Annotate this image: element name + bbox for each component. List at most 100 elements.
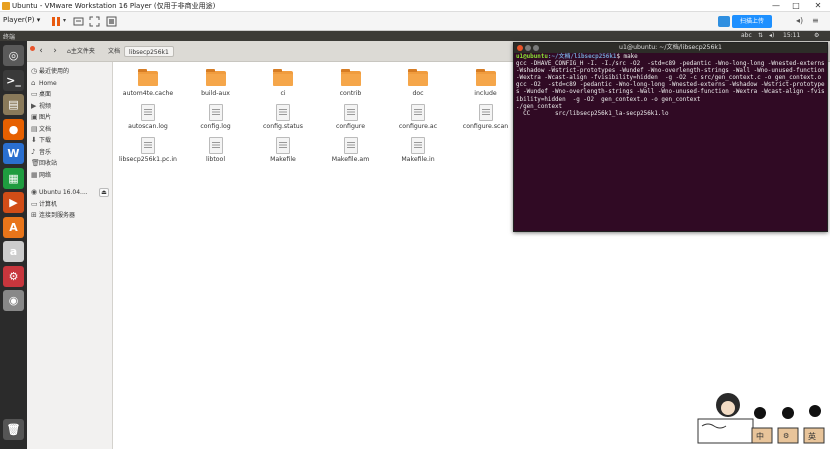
mascot-label-en[interactable]: 英 — [808, 431, 816, 442]
terminal-icon[interactable]: >_ — [3, 69, 24, 91]
download-icon: ⬇ — [31, 136, 37, 144]
terminal-title-bar[interactable]: u1@ubuntu: ~/文档/libsecp256k1 — [514, 43, 827, 53]
folder-icon — [138, 69, 158, 86]
sidebar-item[interactable]: ⊞ 连接到服务器 — [31, 210, 111, 221]
file-item[interactable]: autoscan.log — [115, 104, 181, 136]
firefox-icon[interactable]: ● — [3, 118, 24, 140]
folder-item[interactable]: autom4te.cache — [115, 69, 181, 103]
dash-icon[interactable]: ◎ — [3, 45, 24, 66]
sidebar-item-label: Home — [39, 79, 57, 87]
sidebar-item-label: 连接到服务器 — [39, 212, 76, 219]
software-icon[interactable]: A — [3, 216, 24, 238]
sidebar-item[interactable]: ⬇ 下载 — [31, 135, 111, 146]
folder-item[interactable]: contrib — [318, 69, 384, 103]
video-icon: ▶ — [31, 101, 37, 110]
sidebar-item[interactable]: ▣图片 — [31, 112, 111, 123]
close-button[interactable]: ✕ — [810, 0, 826, 11]
file-name: Makefile.in — [401, 156, 435, 163]
prompt-path: :~/文档/libsecp256k1 — [547, 54, 617, 60]
terminal-window[interactable]: u1@ubuntu: ~/文档/libsecp256k1 u1@ubuntu:~… — [513, 42, 828, 232]
dvd-icon[interactable]: ◉ — [3, 290, 24, 311]
sidebar-item[interactable]: ♪ 音乐 — [31, 147, 111, 158]
disc-icon: ◉ — [31, 188, 38, 196]
file-item[interactable]: libtool — [183, 137, 249, 169]
breadcrumb-current[interactable]: libsecp256k1 — [124, 46, 174, 57]
terminal-output[interactable]: u1@ubuntu:~/文档/libsecp256k1$ make gcc -D… — [516, 54, 826, 118]
file-item[interactable]: configure.ac — [385, 104, 451, 136]
file-item[interactable]: configure.scan — [453, 104, 519, 136]
file-icon — [276, 137, 290, 154]
window-title: Ubuntu - VMware Workstation 16 Player (仅… — [12, 2, 216, 10]
folder-item[interactable]: build-aux — [183, 69, 249, 103]
sidebar-item[interactable]: ▭计算机 — [31, 199, 111, 210]
sidebar-item-label: 下载 — [39, 137, 52, 144]
mascot-widget[interactable]: 中 英 ⚙ — [696, 392, 830, 449]
toolbar-menu-icon[interactable]: ≡ — [812, 16, 819, 25]
folder-item[interactable]: ci — [250, 69, 316, 103]
sidebar-item[interactable]: ▶ 视频 — [31, 101, 111, 112]
eject-icon[interactable]: ⏏ — [99, 188, 109, 197]
places-sidebar: ◷ 最近使用的 ⌂ Home ▭桌面 ▶ 视频 ▣图片 ▤文档 ⬇ 下载 ♪ 音乐 🗑回收站 ▦网络 ◉ Ubu… — [27, 62, 113, 449]
file-item[interactable]: config.status — [250, 104, 316, 136]
forward-button[interactable]: › — [49, 46, 61, 57]
file-item[interactable]: Makefile.am — [318, 137, 384, 169]
file-icon — [478, 104, 493, 121]
send-ctrl-alt-del-icon[interactable] — [73, 16, 84, 27]
file-name: libsecp256k1.pc.in — [119, 156, 177, 163]
terminal-output-text: gcc -DHAVE_CONFIG_H -I. -I./src -O2 -std… — [516, 61, 825, 117]
writer-icon[interactable]: W — [3, 143, 24, 164]
unity-icon[interactable] — [106, 16, 117, 27]
amazon-icon[interactable]: a — [3, 241, 24, 262]
upload-button[interactable]: 扫描上传 — [732, 15, 772, 28]
file-icon — [208, 104, 223, 121]
pause-icon[interactable] — [51, 16, 62, 27]
file-item[interactable]: Makefile.in — [385, 137, 451, 169]
file-item[interactable]: configure — [318, 104, 384, 136]
clock[interactable]: 15:11 — [783, 32, 800, 39]
folder-item[interactable]: include — [453, 69, 519, 103]
sidebar-item[interactable]: ▤文档 — [31, 124, 111, 135]
file-name: build-aux — [201, 90, 230, 97]
folder-item[interactable]: doc — [385, 69, 451, 103]
speaker-icon[interactable]: ◂) — [796, 16, 803, 25]
file-name: Makefile.am — [331, 156, 370, 163]
sidebar-item[interactable]: ◷ 最近使用的 — [31, 66, 111, 77]
sidebar-item[interactable]: ◉ Ubuntu 16.04.... ⏏ — [31, 187, 111, 198]
player-menu[interactable]: Player(P) ▾ — [3, 16, 40, 24]
power-icon[interactable]: ⚙ — [814, 32, 819, 39]
sidebar-item[interactable]: 🗑回收站 — [31, 158, 111, 169]
sidebar-item[interactable]: ▭桌面 — [31, 89, 111, 100]
breadcrumb-documents[interactable]: 文档 — [104, 46, 124, 57]
vmware-logo-icon — [2, 2, 10, 10]
sidebar-item-label: 音乐 — [39, 148, 52, 156]
keyboard-indicator[interactable]: abc — [741, 32, 752, 39]
sidebar-item[interactable]: ⌂ Home — [31, 78, 111, 89]
calc-icon[interactable]: ▦ — [3, 167, 24, 189]
folder-icon — [273, 69, 293, 86]
breadcrumb-home[interactable]: ⌂主文件夹 — [63, 46, 99, 57]
mascot-label-zh[interactable]: 中 — [756, 431, 764, 442]
cloud-icon[interactable] — [718, 16, 730, 27]
maximize-button[interactable]: □ — [788, 0, 804, 11]
folder-icon — [475, 69, 496, 86]
sidebar-item[interactable]: ▦网络 — [31, 170, 111, 181]
file-name: doc — [412, 90, 424, 97]
network-indicator-icon[interactable]: ⇅ — [758, 32, 763, 39]
file-name: autoscan.log — [128, 123, 168, 130]
pause-dropdown-icon[interactable]: ▾ — [63, 17, 66, 24]
file-icon — [411, 137, 425, 154]
volume-indicator-icon[interactable]: ◂) — [769, 32, 774, 39]
settings-icon[interactable]: ⚙ — [3, 265, 24, 287]
files-icon[interactable]: ▤ — [3, 94, 24, 115]
impress-icon[interactable]: ▶ — [3, 192, 24, 213]
mascot-settings-icon[interactable]: ⚙ — [783, 432, 789, 440]
launcher-trash-icon[interactable]: 🗑 — [3, 419, 24, 440]
minimize-button[interactable]: — — [768, 0, 784, 11]
ubuntu-top-panel: 终端 abc ⇅ ◂) 15:11 ⚙ — [0, 31, 830, 41]
file-item[interactable]: config.log — [183, 104, 249, 136]
file-item[interactable]: libsecp256k1.pc.in — [115, 137, 181, 169]
sidebar-item-label: 回收站 — [39, 160, 58, 167]
file-item[interactable]: Makefile — [250, 137, 316, 169]
back-button[interactable]: ‹ — [35, 46, 47, 57]
fullscreen-icon[interactable] — [89, 16, 100, 27]
